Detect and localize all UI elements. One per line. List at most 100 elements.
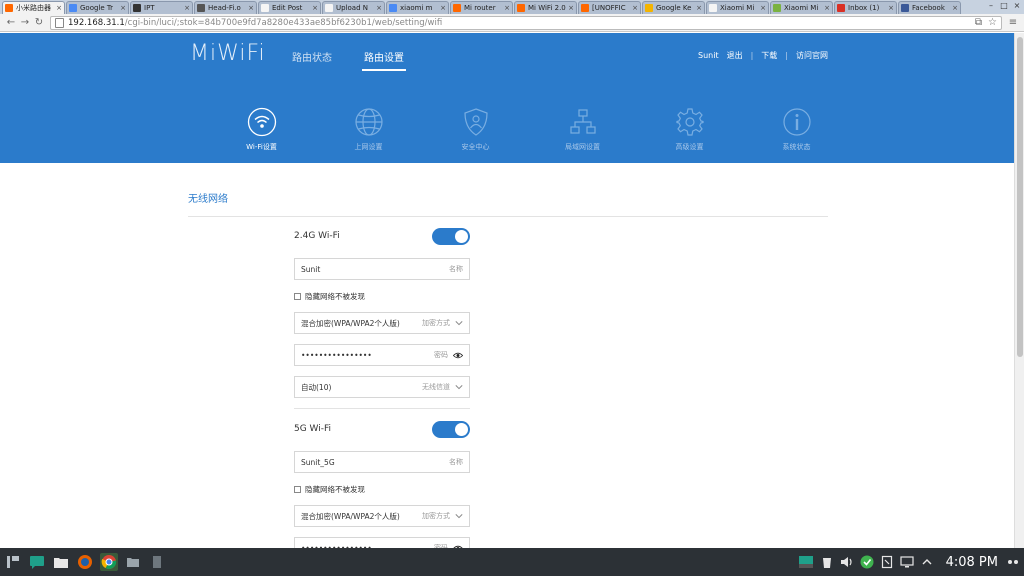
browser-tab[interactable]: Google Tr ×	[66, 1, 129, 14]
network-icon[interactable]	[900, 555, 914, 569]
scroll-thumb[interactable]	[1017, 37, 1023, 357]
browser-tab[interactable]: IPT ×	[130, 1, 193, 14]
chevron-up-icon[interactable]	[920, 555, 934, 569]
user-bar: Sunit 退出 | 下载 | 访问官网	[698, 50, 828, 61]
chrome-icon[interactable]	[100, 553, 118, 571]
address-bar[interactable]: 192.168.31.1/cgi-bin/luci/;stok=84b700e9…	[50, 15, 1002, 30]
browser-tab[interactable]: Mi router ×	[450, 1, 513, 14]
browser-tab[interactable]: Xiaomi Mi ×	[706, 1, 769, 14]
download-link[interactable]: 下载	[761, 50, 777, 61]
clock[interactable]: 4:08 PM	[946, 555, 998, 570]
section-nav-item[interactable]: 安全中心	[422, 107, 529, 152]
browser-tab[interactable]: Edit Post ×	[258, 1, 321, 14]
tab-close-icon[interactable]: ×	[312, 4, 318, 12]
channel-24g-select[interactable]: 自动(10) 无线信道	[294, 376, 470, 398]
encryption-24g-select[interactable]: 混合加密(WPA/WPA2个人版) 加密方式	[294, 312, 470, 334]
clipboard-icon[interactable]	[880, 555, 894, 569]
section-nav-label: 高级设置	[675, 143, 704, 151]
browser-tab[interactable]: Head-Fi.o ×	[194, 1, 257, 14]
tab-title: 小米路由器	[16, 4, 51, 12]
start-menu-icon[interactable]	[4, 553, 22, 571]
browser-tab[interactable]: Upload N ×	[322, 1, 385, 14]
tab-close-icon[interactable]: ×	[376, 4, 382, 12]
browser-tab[interactable]: 小米路由器 ×	[2, 1, 65, 14]
tab-title: [UNOFFIC	[592, 4, 626, 12]
tab-title: Facebook	[912, 4, 945, 12]
section-nav-item[interactable]: Wi-Fi设置	[208, 107, 315, 152]
tab-close-icon[interactable]: ×	[440, 4, 446, 12]
section-nav-item[interactable]: 高级设置	[636, 107, 743, 152]
eye-icon[interactable]	[453, 352, 463, 359]
window-switcher-icon[interactable]	[798, 555, 814, 569]
trash-icon[interactable]	[820, 555, 834, 569]
document-icon[interactable]	[148, 553, 166, 571]
password-24g-hint: 密码	[434, 351, 448, 359]
tab-favicon-icon	[197, 4, 205, 12]
ssid-5g-field[interactable]: Sunit_5G 名称	[294, 451, 470, 473]
tab-close-icon[interactable]: ×	[952, 4, 958, 12]
band-5g-toggle[interactable]	[432, 420, 470, 438]
os-taskbar: 4:08 PM	[0, 548, 1024, 576]
user-session-icon[interactable]	[1006, 555, 1020, 569]
logout-link[interactable]: 退出	[727, 50, 743, 61]
volume-icon[interactable]	[840, 555, 854, 569]
browser-tab[interactable]: xiaomi m ×	[386, 1, 449, 14]
minimize-icon[interactable]: –	[986, 1, 996, 10]
forward-arrow-icon[interactable]: →	[18, 17, 32, 28]
browser-toolbar: ← → ↻ 192.168.31.1/cgi-bin/luci/;stok=84…	[0, 14, 1024, 32]
hide-network-24g-checkbox[interactable]	[294, 292, 301, 300]
hide-network-5g-label: 隐藏网络不被发现	[305, 484, 365, 494]
url-text[interactable]: 192.168.31.1/cgi-bin/luci/;stok=84b700e9…	[68, 18, 975, 28]
tab-close-icon[interactable]: ×	[184, 4, 190, 12]
firefox-icon[interactable]	[76, 553, 94, 571]
encryption-5g-select[interactable]: 混合加密(WPA/WPA2个人版) 加密方式	[294, 505, 470, 527]
tab-title: Head-Fi.o	[208, 4, 241, 12]
maximize-icon[interactable]: □	[999, 1, 1009, 10]
tab-close-icon[interactable]: ×	[824, 4, 830, 12]
miwifi-logo[interactable]: MiWiFi	[190, 41, 266, 66]
page-scrollbar[interactable]	[1014, 33, 1024, 548]
tab-close-icon[interactable]: ×	[248, 4, 254, 12]
topnav-item[interactable]: 路由状态	[292, 49, 332, 71]
info-icon	[782, 108, 811, 136]
browser-tab[interactable]: Xiaomi Mi ×	[770, 1, 833, 14]
browser-tab[interactable]: [UNOFFIC ×	[578, 1, 641, 14]
tab-close-icon[interactable]: ×	[696, 4, 702, 12]
band-24g-toggle[interactable]	[432, 227, 470, 245]
back-arrow-icon[interactable]: ←	[4, 17, 18, 28]
reload-icon[interactable]: ↻	[32, 17, 46, 28]
folder-icon[interactable]	[124, 553, 142, 571]
tab-close-icon[interactable]: ×	[120, 4, 126, 12]
tab-close-icon[interactable]: ×	[888, 4, 894, 12]
tab-close-icon[interactable]: ×	[760, 4, 766, 12]
password-5g-field[interactable]: •••••••••••••••• 密码	[294, 537, 470, 548]
hide-network-5g-checkbox[interactable]	[294, 485, 301, 493]
section-nav-item[interactable]: 系统状态	[743, 107, 850, 152]
section-navigation: Wi-Fi设置 上网设置 安全中心 局域网设置 高级设置 系统状态	[208, 107, 850, 152]
translate-icon[interactable]: ⧉	[975, 17, 982, 28]
security-shield-check-icon[interactable]	[860, 555, 874, 569]
tab-close-icon[interactable]: ×	[56, 4, 62, 12]
band-divider	[294, 408, 470, 409]
file-manager-icon[interactable]	[52, 553, 70, 571]
band-5g-label: 5G Wi-Fi	[294, 424, 332, 434]
tab-close-icon[interactable]: ×	[632, 4, 638, 12]
section-nav-item[interactable]: 上网设置	[315, 107, 422, 152]
ssid-24g-field[interactable]: Sunit 名称	[294, 258, 470, 280]
tab-close-icon[interactable]: ×	[504, 4, 510, 12]
official-site-link[interactable]: 访问官网	[796, 50, 828, 61]
browser-tab[interactable]: Inbox (1) ×	[834, 1, 897, 14]
menu-icon[interactable]: ≡	[1006, 17, 1020, 28]
messaging-app-icon[interactable]	[28, 553, 46, 571]
band-24g-row: 2.4G Wi-Fi	[294, 227, 470, 245]
browser-tab[interactable]: Mi WiFi 2.0 ×	[514, 1, 577, 14]
browser-tab[interactable]: Facebook ×	[898, 1, 961, 14]
topnav-item[interactable]: 路由设置	[362, 49, 406, 71]
tab-close-icon[interactable]: ×	[568, 4, 574, 12]
close-window-icon[interactable]: ×	[1012, 1, 1022, 10]
browser-tab[interactable]: Google Ke ×	[642, 1, 705, 14]
bookmark-star-icon[interactable]: ☆	[988, 17, 997, 28]
tab-title: xiaomi m	[400, 4, 433, 12]
section-nav-item[interactable]: 局域网设置	[529, 107, 636, 152]
password-24g-field[interactable]: •••••••••••••••• 密码	[294, 344, 470, 366]
